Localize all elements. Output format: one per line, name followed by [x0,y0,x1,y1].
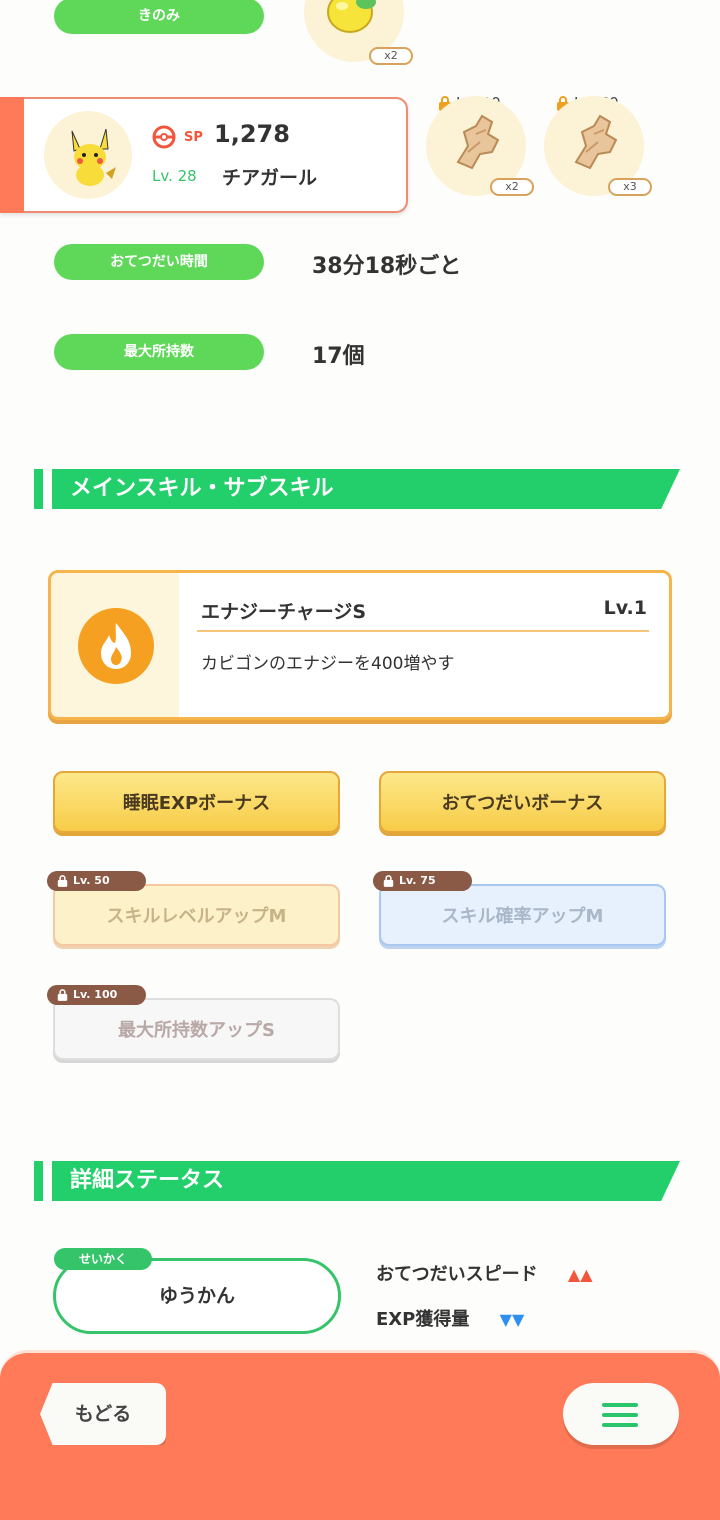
stat-value-max-carry: 17個 [312,344,365,369]
berry-label: きのみ [138,8,180,24]
back-button[interactable]: もどる [40,1383,166,1445]
pokeball-icon [152,125,176,149]
ingredient-quantity: x2 [490,178,534,196]
effect-label: EXP獲得量 [376,1309,470,1330]
lock-level-text: Lv. 100 [73,988,118,1001]
pokemon-card[interactable]: SP 1,278 Lv. 28 チアガール [0,97,408,213]
subskill-label: 最大所持数アップS [118,1020,275,1041]
sp-label: SP [184,130,203,145]
nature-tag: せいかく [54,1248,152,1270]
stat-value-help-time: 38分18秒ごと [312,254,462,279]
section-accent [34,469,43,509]
subskill-label: スキル確率アップM [441,906,604,927]
subskill-helping-bonus[interactable]: おてつだいボーナス [379,771,666,833]
menu-button[interactable] [563,1383,679,1445]
subskill-inventory-up-s[interactable]: 最大所持数アップS [53,998,340,1060]
flame-icon [78,608,154,684]
down-arrows-icon: ▼▼ [499,1310,525,1329]
sp-value: 1,278 [214,120,290,148]
section-accent [34,1161,43,1201]
subskill-skill-level-up-m[interactable]: スキルレベルアップM [53,884,340,946]
bottom-bar: もどる [0,1350,720,1520]
stat-label-max-carry: 最大所持数 [124,344,194,360]
skills-section-title: メインスキル・サブスキル [52,469,680,509]
pikachu-avatar [71,128,116,186]
up-arrows-icon: ▲▲ [567,1265,593,1284]
ingredient-quantity: x3 [608,178,652,196]
nature-effect-up: おてつだいスピード ▲▲ [376,1260,593,1286]
main-skill-description: カビゴンのエナジーを400増やす [201,654,455,674]
details-section-title: 詳細ステータス [52,1161,680,1201]
subskill-skill-trigger-up-m[interactable]: スキル確率アップM [379,884,666,946]
subskill-lock-tag: Lv. 75 [373,871,472,891]
nature-name: ゆうかん [158,1285,235,1307]
main-skill-name: エナジーチャージS [201,601,367,623]
subskill-lock-tag: Lv. 50 [47,871,146,891]
card-accent-stripe [0,97,24,213]
stat-label-help-time: おてつだい時間 [110,254,208,270]
main-skill-divider [197,630,649,632]
ginger-icon [456,114,500,170]
lock-icon [57,989,68,1001]
ginger-icon [574,114,618,170]
stat-label-pill: 最大所持数 [54,334,264,370]
berry-icon [327,0,376,33]
lock-icon [57,875,68,887]
subskill-lock-tag: Lv. 100 [47,985,146,1005]
subskill-label: スキルレベルアップM [106,906,287,927]
hamburger-menu-icon [602,1403,638,1427]
lock-icon [383,875,394,887]
lock-level-text: Lv. 75 [399,874,436,887]
nature-tag-text: せいかく [78,1252,127,1266]
effect-label: おてつだいスピード [376,1264,538,1285]
back-label: もどる [74,1403,132,1425]
stat-label-pill: おてつだい時間 [54,244,264,280]
nature-effect-down: EXP獲得量 ▼▼ [376,1305,524,1331]
subskill-sleep-exp-bonus[interactable]: 睡眠EXPボーナス [53,771,340,833]
berry-label-pill: きのみ [54,0,264,34]
pokemon-subskill: チアガール [222,167,318,189]
lock-level-text: Lv. 50 [73,874,110,887]
main-skill-card[interactable]: エナジーチャージS Lv.1 カビゴンのエナジーを400増やす [48,570,672,720]
pokemon-level: Lv. 28 [152,167,197,185]
main-skill-level: Lv.1 [603,597,647,619]
berry-quantity: x2 [369,47,413,65]
